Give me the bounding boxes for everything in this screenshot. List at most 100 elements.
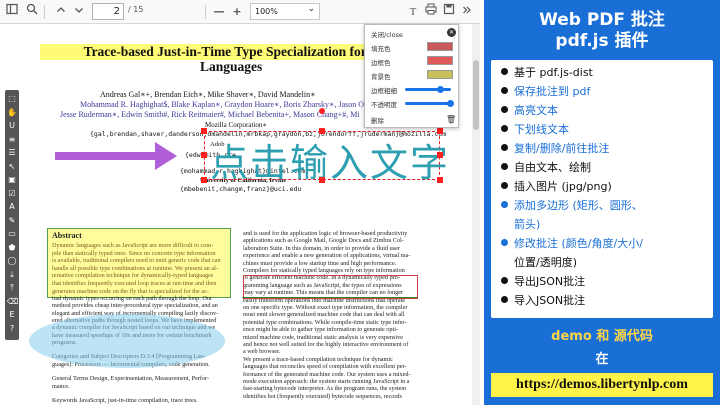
border-width-knob[interactable] bbox=[437, 86, 444, 93]
opacity-slider[interactable] bbox=[405, 102, 451, 105]
feature-item: 位置/透明度) bbox=[514, 256, 577, 269]
feature-text: 复制/删除/前往批注 bbox=[514, 142, 610, 155]
search-icon[interactable] bbox=[24, 3, 40, 21]
save-icon[interactable] bbox=[442, 3, 456, 21]
resize-handle[interactable] bbox=[201, 177, 207, 183]
zoom-out-button[interactable]: — bbox=[212, 3, 226, 21]
resize-handle[interactable] bbox=[319, 128, 325, 134]
resize-handle[interactable] bbox=[437, 128, 443, 134]
resize-handle[interactable] bbox=[201, 152, 207, 158]
e-icon[interactable]: E bbox=[7, 310, 17, 320]
document-scrollbar-thumb[interactable] bbox=[473, 60, 479, 130]
pen-icon[interactable]: ✎ bbox=[7, 216, 17, 226]
feature-item: 复制/删除/前往批注 bbox=[501, 142, 609, 155]
feature-item: 修改批注 (颜色/角度/大小/ bbox=[501, 237, 643, 250]
sidebar-toggle-icon[interactable] bbox=[4, 3, 20, 21]
text-line: a web browser. bbox=[243, 348, 281, 356]
feature-item: 高亮文本 bbox=[501, 104, 558, 117]
feature-text: 基于 pdf.js-dist bbox=[514, 66, 593, 79]
paper-affiliation: Mozilla Corporation∗ bbox=[205, 121, 268, 129]
toolbar-divider bbox=[205, 5, 206, 19]
background-color-swatch[interactable] bbox=[427, 70, 453, 79]
underline-annotation[interactable] bbox=[242, 297, 417, 298]
highlight-icon[interactable]: ≡ bbox=[7, 135, 17, 145]
demo-url[interactable]: https://demos.libertynlp.com bbox=[491, 373, 713, 397]
resize-handle[interactable] bbox=[437, 152, 443, 158]
opacity-label: 不透明度 bbox=[371, 101, 397, 109]
feature-text: 位置/透明度) bbox=[514, 256, 577, 269]
annotation-toolbox: ⬚ ✋ U ≡ ☰ ↖ ▣ ☑ A ✎ ▭ ⬟ ◯ ⤓ ⤒ ⌫ E? bbox=[5, 90, 19, 340]
double-chevron-right-icon[interactable] bbox=[460, 3, 474, 21]
text-line: tual dynamic types occurring on each pat… bbox=[52, 295, 212, 302]
text-tool-button[interactable]: T bbox=[406, 3, 420, 21]
resize-handle[interactable] bbox=[201, 128, 207, 134]
feature-info-panel: Web PDF 批注 pdf.js 插件 基于 pdf.js-dist 保存批注到… bbox=[484, 0, 720, 405]
page-number-input[interactable] bbox=[92, 3, 124, 20]
text-line: chines must provide a low startup time a… bbox=[243, 259, 397, 267]
hand-icon[interactable]: ✋ bbox=[7, 108, 17, 118]
ellipse-annotation[interactable] bbox=[29, 314, 225, 368]
text-line: ence might be able to gather type inform… bbox=[243, 326, 398, 334]
feature-item: 添加多边形 (矩形、圆形、 bbox=[501, 199, 643, 212]
circle-icon[interactable]: ◯ bbox=[7, 256, 17, 266]
arrow-head bbox=[155, 142, 177, 170]
resize-handle[interactable] bbox=[319, 177, 325, 183]
text-line: ternative compilation technique for dyna… bbox=[52, 272, 214, 280]
at-line: 在 bbox=[595, 352, 609, 367]
free-text-annotation[interactable]: 点击输入文字 bbox=[210, 132, 450, 187]
shape-icon[interactable]: ⬟ bbox=[7, 243, 17, 253]
zoom-in-button[interactable]: + bbox=[230, 3, 244, 21]
erase-icon[interactable]: ⌫ bbox=[7, 297, 18, 307]
download-icon[interactable]: ⤓ bbox=[7, 270, 17, 280]
rect-annotation[interactable] bbox=[243, 275, 418, 299]
text-line: potential type combinations. While compi… bbox=[243, 318, 407, 326]
rect-icon[interactable]: ▭ bbox=[7, 229, 17, 239]
bullet-icon bbox=[501, 239, 508, 246]
opacity-knob[interactable] bbox=[447, 100, 454, 107]
feature-text: 导出JSON批注 bbox=[514, 275, 586, 288]
text-icon[interactable]: A bbox=[7, 202, 17, 212]
feature-text: 箭头) bbox=[514, 218, 541, 231]
image-icon[interactable]: ▣ bbox=[7, 175, 17, 185]
cursor-icon[interactable]: ↖ bbox=[7, 162, 17, 172]
delete-label[interactable]: 删除 bbox=[371, 115, 384, 125]
text-line: generates machine code on the fly that i… bbox=[52, 287, 209, 295]
text-line: experience and enable a new generation o… bbox=[243, 252, 411, 260]
close-icon[interactable]: ✕ bbox=[447, 28, 456, 37]
upload-icon[interactable]: ⤒ bbox=[7, 283, 17, 293]
feature-text: 保存批注到 pdf bbox=[514, 85, 591, 98]
feature-text: 自由文本、绘制 bbox=[514, 161, 591, 174]
list-icon[interactable]: ☰ bbox=[7, 148, 17, 158]
info-title-line1: Web PDF 批注 bbox=[539, 10, 665, 30]
feature-text: 添加多边形 (矩形、圆形、 bbox=[514, 199, 643, 212]
text-line: Keywords JavaScript, just-in-time compil… bbox=[52, 397, 198, 405]
text-line: and is used for the application logic of… bbox=[243, 230, 408, 237]
text-line: Compilers for statically typed languages… bbox=[243, 267, 405, 274]
info-title-line2: pdf.js 插件 bbox=[555, 31, 649, 51]
text-line: and hence not well suited for the highly… bbox=[243, 341, 409, 348]
select-icon[interactable]: ⬚ bbox=[7, 94, 17, 104]
feature-item: 下划线文本 bbox=[501, 123, 569, 136]
arrow-annotation[interactable] bbox=[55, 152, 160, 160]
help-icon[interactable]: ? bbox=[7, 324, 17, 334]
close-label[interactable]: 关闭/close bbox=[371, 29, 403, 39]
chevron-up-icon[interactable] bbox=[54, 3, 68, 21]
fill-color-swatch[interactable] bbox=[427, 42, 453, 51]
print-icon[interactable] bbox=[424, 3, 438, 21]
zoom-select[interactable]: 100% ⌄ bbox=[250, 3, 320, 20]
resize-handle[interactable] bbox=[437, 177, 443, 183]
viewer-toolbar: / 15 — + 100% ⌄ T bbox=[0, 0, 480, 24]
text-line: languages that reconciles speed of compi… bbox=[243, 363, 407, 371]
text-line: applications such as Google Mail, Google… bbox=[243, 237, 404, 245]
paper-authors: Jesse Ruderman∗, Edwin Smith#, Rick Reit… bbox=[60, 110, 360, 119]
bullet-icon bbox=[501, 163, 508, 170]
checkbox-icon[interactable]: ☑ bbox=[7, 189, 17, 199]
text-line: mance. bbox=[52, 382, 70, 390]
border-color-swatch[interactable] bbox=[427, 56, 453, 65]
rotate-handle[interactable] bbox=[319, 108, 325, 114]
trash-icon[interactable]: 🗑 bbox=[446, 115, 456, 124]
border-width-slider[interactable] bbox=[405, 88, 451, 91]
chevron-down-icon[interactable] bbox=[72, 3, 86, 21]
underline-icon[interactable]: U bbox=[7, 121, 17, 131]
page-total: / 15 bbox=[128, 5, 144, 14]
